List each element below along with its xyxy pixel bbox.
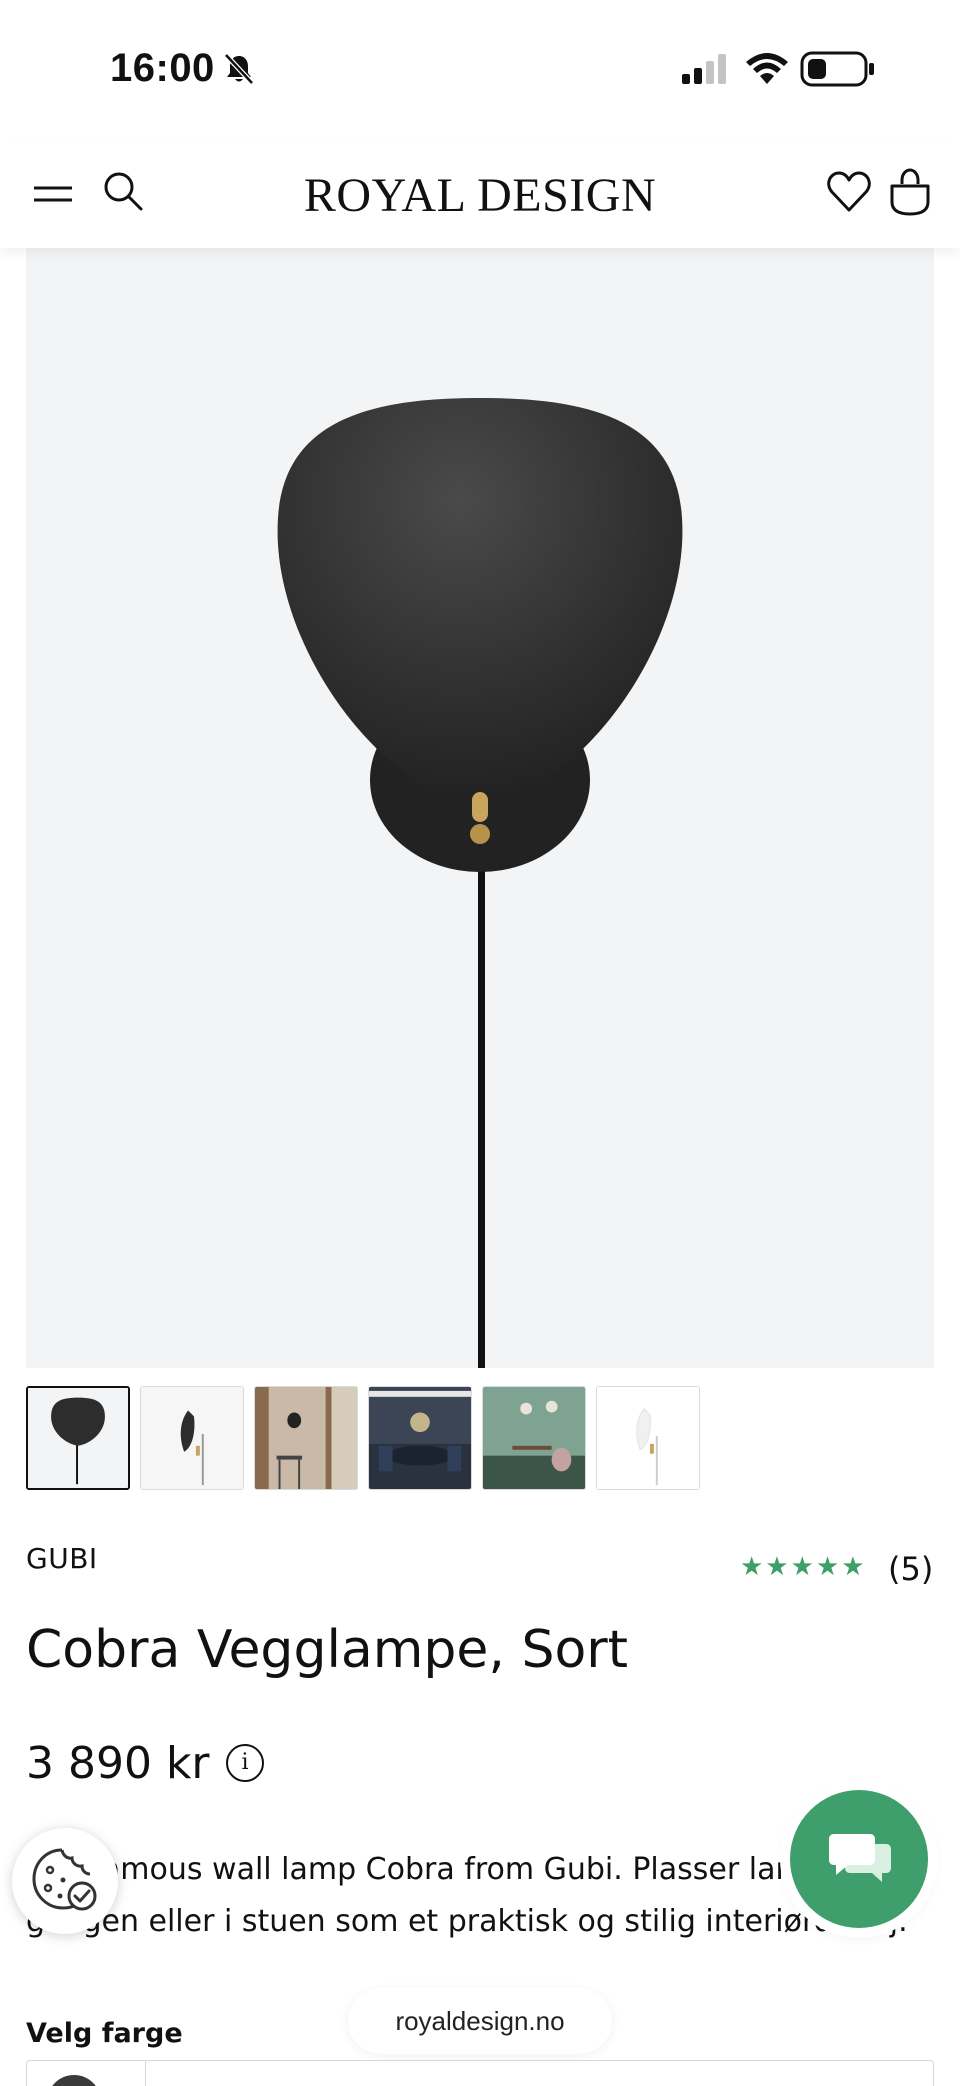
thumb-room-hall[interactable]: [254, 1386, 358, 1490]
thumb-white[interactable]: [596, 1386, 700, 1490]
site-header: ROYAL DESIGN: [0, 140, 960, 248]
product-image[interactable]: [26, 248, 934, 1368]
thumb-room-dining[interactable]: [368, 1386, 472, 1490]
cookie-icon: [32, 1848, 97, 1911]
product-title: Cobra Vegglampe, Sort: [26, 1620, 629, 1680]
wifi-icon: [746, 53, 788, 84]
bell-slash-icon: [224, 53, 254, 85]
product-brand[interactable]: GUBI: [26, 1542, 98, 1575]
status-time: 16:00: [110, 46, 215, 90]
chat-button[interactable]: [790, 1790, 928, 1928]
signal-icon: [682, 54, 726, 84]
color-swatch: [47, 2075, 101, 2086]
rating-stars[interactable]: ★★★★★: [740, 1552, 867, 1582]
color-divider: [145, 2061, 146, 2086]
price-info-icon[interactable]: i: [226, 1744, 264, 1782]
status-bar: 16:00: [0, 0, 960, 140]
bag-icon[interactable]: [888, 168, 932, 216]
thumb-front[interactable]: [26, 1386, 130, 1490]
browser-address-pill[interactable]: royaldesign.no: [348, 1988, 612, 2054]
heart-icon[interactable]: [826, 170, 872, 214]
site-logo[interactable]: ROYAL DESIGN: [0, 168, 960, 223]
color-selector[interactable]: [26, 2060, 934, 2086]
cobra-lamp-illustration: [277, 398, 683, 1368]
color-label: Velg farge: [26, 2018, 183, 2049]
thumb-side[interactable]: [140, 1386, 244, 1490]
chat-icon: [829, 1834, 891, 1882]
review-count[interactable]: (5): [888, 1550, 933, 1588]
cookie-settings-button[interactable]: [12, 1828, 118, 1934]
thumb-room-green[interactable]: [482, 1386, 586, 1490]
thumbnail-strip: [26, 1386, 700, 1490]
product-price: 3 890 kr: [26, 1738, 210, 1789]
battery-icon: [800, 51, 874, 87]
description-line-2: gangen eller i stuen som et praktisk og …: [26, 1904, 908, 1939]
